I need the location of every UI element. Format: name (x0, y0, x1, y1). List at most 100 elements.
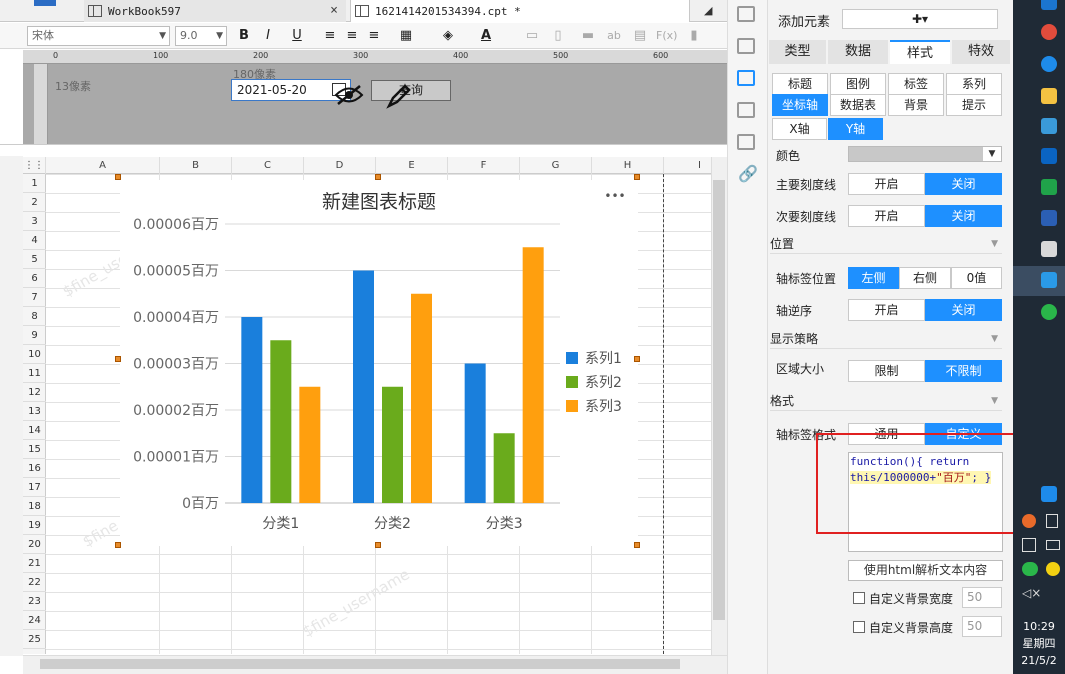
edge-icon[interactable] (1041, 0, 1057, 10)
label-pos-zero[interactable]: 0值 (951, 267, 1002, 289)
major-tick-off[interactable]: 关闭 (925, 173, 1002, 195)
tab-menu-icon[interactable]: ◢ (704, 4, 712, 17)
row-3[interactable]: 3 (23, 212, 46, 231)
border-icon[interactable]: ▦ (396, 26, 416, 46)
bg-height-checkbox[interactable] (853, 621, 865, 633)
subtab-series[interactable]: 系列 (946, 73, 1002, 95)
pane-separator[interactable] (0, 144, 727, 156)
row-25[interactable]: 25 (23, 630, 46, 649)
close-icon[interactable]: × (330, 3, 338, 18)
chart-icon[interactable]: ▮ (684, 26, 704, 46)
subtab-legend[interactable]: 图例 (830, 73, 886, 95)
qq-icon[interactable] (1041, 486, 1057, 502)
layer-icon[interactable] (737, 134, 755, 150)
row-13[interactable]: 13 (23, 402, 46, 421)
finereport-icon[interactable] (1041, 272, 1057, 288)
cell-element-icon[interactable] (737, 6, 755, 22)
font-color-icon[interactable]: A (476, 26, 496, 46)
row-24[interactable]: 24 (23, 611, 46, 630)
text-icon[interactable]: ab (604, 26, 624, 46)
volume-mute-icon[interactable]: ◁× (1022, 586, 1041, 600)
vertical-scroll-thumb[interactable] (713, 180, 725, 620)
area-limit[interactable]: 限制 (848, 360, 925, 382)
major-tick-on[interactable]: 开启 (848, 173, 925, 195)
add-element-button[interactable]: ✚▾ (842, 9, 998, 29)
align-center-icon[interactable]: ≡ (342, 26, 362, 46)
display-section[interactable]: 显示策略 ▼ (770, 329, 1002, 349)
row-15[interactable]: 15 (23, 440, 46, 459)
insert-row-icon[interactable]: ▬ (578, 26, 598, 46)
formula-icon[interactable]: F(x) (656, 26, 677, 46)
outlook-icon[interactable] (1041, 148, 1057, 164)
tray-icon[interactable] (1022, 538, 1036, 552)
row-19[interactable]: 19 (23, 516, 46, 535)
merge-cell-icon[interactable]: ▭ (522, 26, 542, 46)
row-20[interactable]: 20 (23, 535, 46, 554)
position-section[interactable]: 位置 ▼ (770, 234, 1002, 254)
column-e[interactable]: E (376, 157, 448, 174)
reverse-off[interactable]: 关闭 (925, 299, 1002, 321)
y-axis-tab[interactable]: Y轴 (828, 118, 883, 140)
row-22[interactable]: 22 (23, 573, 46, 592)
chart-widget[interactable]: 新建图表标题 ••• 0百万 0.00001百万 0.00002百万 0.00003百万 0… (120, 180, 638, 546)
underline-button[interactable]: U (287, 26, 307, 46)
link-icon[interactable]: 🔗 (738, 164, 758, 183)
resize-handle[interactable] (115, 174, 121, 180)
row-12[interactable]: 12 (23, 383, 46, 402)
resize-handle[interactable] (634, 356, 640, 362)
tab-effect[interactable]: 特效 (952, 40, 1010, 64)
column-d[interactable]: D (304, 157, 376, 174)
tray-icon[interactable] (1046, 562, 1060, 576)
folder-icon[interactable] (1041, 88, 1057, 104)
bold-button[interactable]: B (234, 26, 254, 46)
area-unlimit[interactable]: 不限制 (925, 360, 1002, 382)
widget-attr-icon[interactable] (737, 70, 755, 86)
split-cell-icon[interactable]: ▯ (548, 26, 568, 46)
taskbar-clock[interactable]: 10:29 星期四 21/5/2 (1013, 618, 1065, 669)
column-a[interactable]: A (46, 157, 160, 174)
subtab-tooltip[interactable]: 提示 (946, 94, 1002, 116)
html-parse-button[interactable]: 使用html解析文本内容 (848, 560, 1003, 581)
row-17[interactable]: 17 (23, 478, 46, 497)
column-b[interactable]: B (160, 157, 232, 174)
minor-tick-on[interactable]: 开启 (848, 205, 925, 227)
subtab-title[interactable]: 标题 (772, 73, 828, 95)
tab-type[interactable]: 类型 (769, 40, 826, 64)
color-picker[interactable]: ▼ (848, 146, 1002, 162)
subtab-background[interactable]: 背景 (888, 94, 944, 116)
column-h[interactable]: H (592, 157, 664, 174)
bg-width-checkbox[interactable] (853, 592, 865, 604)
row-4[interactable]: 4 (23, 231, 46, 250)
tab-cpt-file[interactable]: 1621414201534394.cpt * (350, 0, 690, 22)
row-14[interactable]: 14 (23, 421, 46, 440)
word-icon[interactable] (1041, 210, 1057, 226)
media-icon[interactable] (1041, 179, 1057, 195)
ie-icon[interactable] (1041, 56, 1057, 72)
image-icon[interactable]: ▤ (630, 26, 650, 46)
italic-button[interactable]: I (258, 26, 278, 46)
remote-icon[interactable] (1041, 118, 1057, 134)
row-5[interactable]: 5 (23, 250, 46, 269)
row-2[interactable]: 2 (23, 193, 46, 212)
tab-workbook[interactable]: WorkBook597 × (84, 0, 346, 22)
format-section[interactable]: 格式 ▼ (770, 391, 1002, 411)
resize-handle[interactable] (634, 542, 640, 548)
bg-height-input[interactable]: 50 (962, 616, 1002, 637)
row-1[interactable]: 1 (23, 174, 46, 193)
x-axis-tab[interactable]: X轴 (772, 118, 827, 140)
align-right-icon[interactable]: ≡ (364, 26, 384, 46)
font-size-select[interactable]: 9.0 ▼ (175, 26, 227, 46)
row-21[interactable]: 21 (23, 554, 46, 573)
column-c[interactable]: C (232, 157, 304, 174)
row-23[interactable]: 23 (23, 592, 46, 611)
row-18[interactable]: 18 (23, 497, 46, 516)
tray-icon[interactable] (1022, 514, 1036, 528)
column-f[interactable]: F (448, 157, 520, 174)
resize-handle[interactable] (115, 542, 121, 548)
subtab-label[interactable]: 标签 (888, 73, 944, 95)
row-16[interactable]: 16 (23, 459, 46, 478)
tray-icon[interactable] (1022, 562, 1038, 576)
reverse-on[interactable]: 开启 (848, 299, 925, 321)
resize-handle[interactable] (115, 356, 121, 362)
row-8[interactable]: 8 (23, 307, 46, 326)
